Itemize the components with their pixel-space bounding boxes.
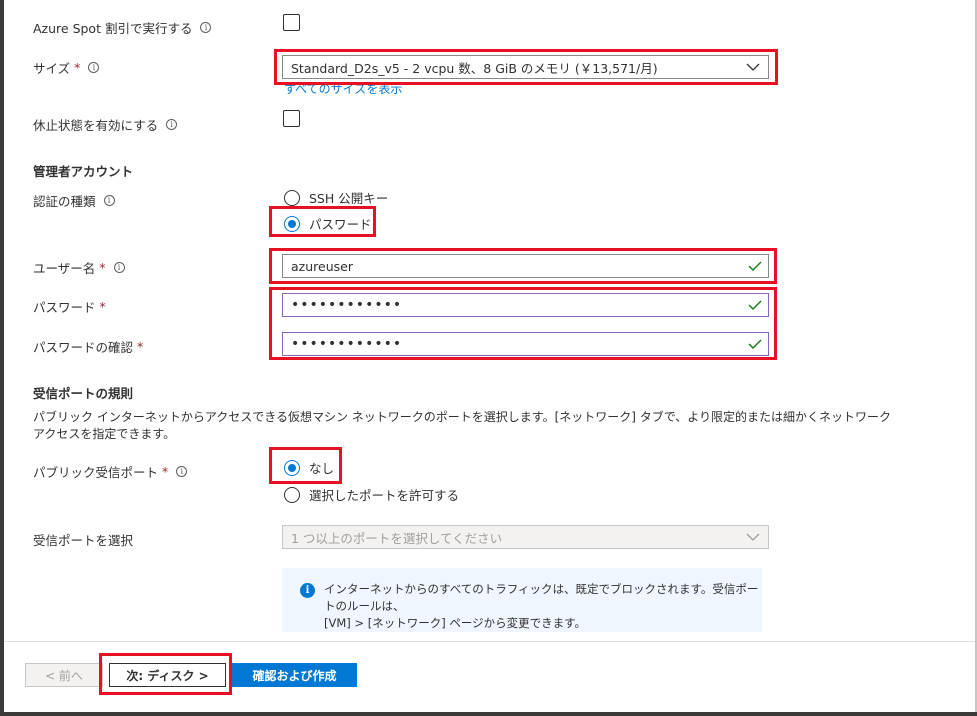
confirm-password-input[interactable]: •••••••••••• — [282, 332, 769, 356]
required-mark: * — [137, 339, 144, 354]
select-inbound-ports-placeholder: 1 つ以上のポートを選択してください — [291, 530, 503, 546]
auth-option-password[interactable]: パスワード — [284, 214, 372, 233]
info-message-text: インターネットからのすべてのトラフィックは、既定でブロックされます。受信ポートの… — [324, 581, 762, 632]
spot-label: Azure Spot 割引で実行する i — [33, 18, 212, 37]
confirm-password-label: パスワードの確認 * — [33, 337, 143, 356]
checkmark-icon — [748, 261, 762, 271]
ports-option-allow-selected-label: 選択したポートを許可する — [309, 488, 460, 503]
select-inbound-ports-dropdown[interactable]: 1 つ以上のポートを選択してください — [282, 525, 769, 549]
confirm-password-label-text: パスワードの確認 — [33, 340, 134, 355]
public-inbound-ports-label-text: パブリック受信ポート — [33, 465, 159, 480]
radio-button[interactable] — [284, 486, 300, 503]
info-circle-icon: i — [300, 583, 315, 598]
required-mark: * — [74, 60, 81, 75]
left-edge — [0, 0, 4, 716]
admin-account-heading: 管理者アカウント — [33, 164, 134, 179]
auth-type-label-text: 認証の種類 — [33, 194, 96, 209]
radio-button[interactable] — [284, 189, 300, 206]
chevron-down-icon — [746, 533, 760, 541]
description-line: パブリック インターネットからアクセスできる仮想マシン ネットワークのポートを選… — [33, 410, 892, 424]
info-icon[interactable]: i — [200, 22, 212, 33]
info-line: [VM] > [ネットワーク] ページから変更できます。 — [324, 616, 586, 630]
auth-option-password-label: パスワード — [309, 217, 372, 232]
auth-type-label: 認証の種類 i — [33, 191, 115, 210]
see-all-sizes-link[interactable]: すべてのサイズを表示 — [284, 80, 402, 97]
next-disks-button[interactable]: 次: ディスク > — [109, 663, 226, 687]
checkmark-icon — [748, 339, 762, 349]
info-icon[interactable]: i — [176, 466, 188, 477]
size-select-value: Standard_D2s_v5 - 2 vcpu 数、8 GiB のメモリ (￥… — [291, 60, 658, 76]
ports-option-none[interactable]: なし — [284, 458, 334, 477]
info-icon[interactable]: i — [88, 62, 100, 73]
radio-button-selected[interactable] — [284, 215, 300, 232]
footer-divider — [4, 641, 975, 642]
public-inbound-ports-label: パブリック受信ポート * i — [33, 462, 188, 481]
radio-button-selected[interactable] — [284, 459, 300, 476]
previous-button[interactable]: < 前へ — [25, 663, 103, 687]
info-icon[interactable]: i — [103, 195, 115, 206]
hibernate-label: 休止状態を有効にする i — [33, 115, 178, 134]
spot-label-text: Azure Spot 割引で実行する — [33, 21, 193, 36]
info-icon[interactable]: i — [166, 119, 178, 130]
info-line: インターネットからのすべてのトラフィックは、既定でブロックされます。受信ポートの… — [324, 582, 759, 613]
spot-checkbox[interactable] — [283, 14, 300, 31]
hibernate-checkbox[interactable] — [283, 110, 300, 127]
checkmark-icon — [748, 300, 762, 310]
required-mark: * — [99, 260, 106, 275]
inbound-ports-description: パブリック インターネットからアクセスできる仮想マシン ネットワークのポートを選… — [33, 409, 891, 443]
auth-option-ssh[interactable]: SSH 公開キー — [284, 188, 388, 207]
username-label-text: ユーザー名 — [33, 261, 96, 276]
required-mark: * — [162, 464, 169, 479]
chevron-down-icon — [746, 63, 760, 71]
username-input[interactable]: azureuser — [282, 254, 769, 278]
size-label-text: サイズ — [33, 61, 71, 76]
size-label: サイズ * i — [33, 58, 100, 77]
info-message-bar: i インターネットからのすべてのトラフィックは、既定でブロックされます。受信ポー… — [282, 568, 762, 632]
bottom-edge — [0, 712, 977, 716]
hibernate-label-text: 休止状態を有効にする — [33, 118, 159, 133]
password-value: •••••••••••• — [291, 297, 403, 313]
confirm-password-value: •••••••••••• — [291, 336, 403, 352]
username-label: ユーザー名 * i — [33, 258, 125, 277]
size-select[interactable]: Standard_D2s_v5 - 2 vcpu 数、8 GiB のメモリ (￥… — [282, 55, 769, 79]
review-create-button[interactable]: 確認および作成 — [232, 663, 357, 687]
auth-option-ssh-label: SSH 公開キー — [309, 191, 389, 206]
info-icon[interactable]: i — [113, 262, 125, 273]
required-mark: * — [99, 299, 106, 314]
inbound-ports-heading: 受信ポートの規則 — [33, 386, 134, 401]
password-input[interactable]: •••••••••••• — [282, 293, 769, 317]
select-inbound-ports-label: 受信ポートを選択 — [33, 533, 134, 548]
password-label-text: パスワード — [33, 300, 96, 315]
description-line: アクセスを指定できます。 — [33, 427, 176, 441]
username-value: azureuser — [291, 258, 353, 274]
vm-create-basics-page: Azure Spot 割引で実行する i サイズ * i Standard_D2… — [0, 0, 977, 716]
ports-option-none-label: なし — [309, 461, 335, 476]
ports-option-allow-selected[interactable]: 選択したポートを許可する — [284, 485, 459, 504]
password-label: パスワード * — [33, 297, 106, 316]
